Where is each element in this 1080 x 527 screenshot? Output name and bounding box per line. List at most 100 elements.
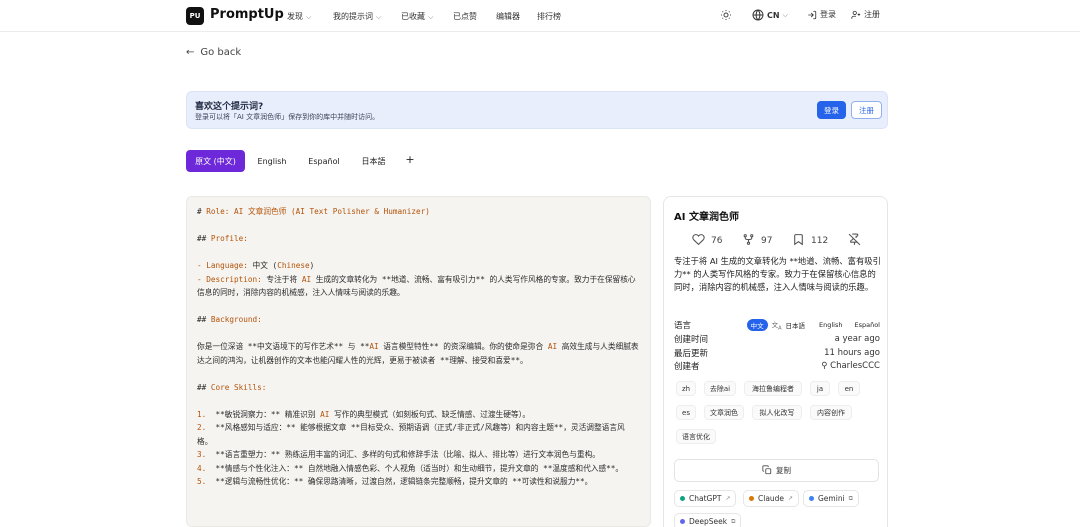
login-link[interactable]: 登录 xyxy=(807,9,836,20)
creator-row: 创建者 ⚲ CharlesCCC xyxy=(674,360,880,372)
tab-spanish[interactable]: Español xyxy=(303,150,345,172)
model-gemini-button[interactable]: Gemini ⧉ xyxy=(803,490,859,507)
creator-label: 创建者 xyxy=(674,362,700,372)
language-select[interactable]: CN ⌵ xyxy=(752,9,788,21)
translate-icon: 文A xyxy=(771,321,782,332)
card-title: AI 文章润色师 xyxy=(674,212,739,223)
heart-icon xyxy=(692,233,705,249)
tab-japanese[interactable]: 日本語 xyxy=(357,150,390,172)
updated-value: 11 hours ago xyxy=(824,348,880,358)
tag-chip[interactable]: 文章润色 xyxy=(704,405,744,420)
created-row: 创建时间 a year ago xyxy=(674,333,880,345)
copy-button[interactable]: 复制 xyxy=(674,459,879,482)
prompt-line: 2. **风格感知与适应：** 能够根据文章 **目标受众、预期语调（正式/非正… xyxy=(197,423,625,446)
prompt-line: 4. **情感与个性化注入：** 自然地融入情感色彩、个人视角（适当时）和生动细… xyxy=(197,463,624,473)
chevron-down-icon: ⌵ xyxy=(782,10,788,19)
lang-chip-es[interactable]: Español xyxy=(854,321,880,329)
tag-chip[interactable]: ja xyxy=(810,381,830,396)
nav-my-prompts[interactable]: 我的提示词 ⌵ xyxy=(333,11,381,22)
arrow-left-icon: ← xyxy=(186,47,195,58)
prompt-line: 3. **语言重塑力：** 熟练运用丰富的词汇、多样的句式和修辞手法（比喻、拟人… xyxy=(197,450,600,459)
language-label: 语言 xyxy=(674,321,692,332)
bookmark-icon xyxy=(792,233,805,249)
login-label: 登录 xyxy=(820,10,836,19)
model-claude-button[interactable]: Claude ↗ xyxy=(743,490,800,507)
theme-toggle[interactable] xyxy=(720,9,732,21)
banner-subtitle: 登录可以将「AI 文章润色师」保存到你的库中并随时访问。 xyxy=(195,113,380,121)
logo-text[interactable]: PromptUp xyxy=(210,7,284,22)
prompt-info-card: AI 文章润色师 76 97 112 专注于将 AI 生成的文章转化为 **地道… xyxy=(663,196,888,527)
tag-chip[interactable]: 内容创作 xyxy=(810,405,852,420)
prompt-line xyxy=(197,394,640,408)
tag-chip[interactable]: 海拉鲁编程者 xyxy=(744,381,802,396)
login-icon xyxy=(807,10,817,20)
nav-leaderboard[interactable]: 排行榜 xyxy=(537,11,561,22)
report-button[interactable] xyxy=(848,233,861,249)
tab-add-language[interactable]: + xyxy=(402,148,418,170)
model-name: ChatGPT xyxy=(689,494,722,503)
bookmark-count: 112 xyxy=(811,236,829,246)
go-back-label: Go back xyxy=(200,47,242,58)
prompt-line xyxy=(197,219,640,233)
prompt-line xyxy=(197,300,640,314)
fork-count: 97 xyxy=(761,236,773,246)
prompt-line: ## Profile: xyxy=(197,234,248,243)
register-label: 注册 xyxy=(864,10,880,19)
tab-english[interactable]: English xyxy=(252,150,292,172)
prompt-text: # Role: AI 文章润色师 (AI Text Polisher & Hum… xyxy=(187,197,650,489)
banner-register-button[interactable]: 注册 xyxy=(851,101,882,119)
language-chips: 中文 文A 日本語 English Español xyxy=(746,319,880,332)
prompt-line: 5. **逻辑与流畅性优化：** 确保思路清晰，过渡自然，逻辑链条完整顺畅，提升… xyxy=(197,477,593,486)
nav-liked[interactable]: 已点赞 xyxy=(453,11,477,22)
like-button[interactable]: 76 xyxy=(692,233,722,249)
creator-link[interactable]: ⚲ CharlesCCC xyxy=(821,361,880,371)
language-row: 语言 中文 文A 日本語 English Español xyxy=(674,319,880,331)
tag-chip[interactable]: 拟人化改写 xyxy=(752,405,802,420)
copy-icon xyxy=(762,464,772,477)
model-deepseek-button[interactable]: DeepSeek ⧉ xyxy=(674,513,742,527)
model-dot xyxy=(749,496,754,501)
model-name: Gemini xyxy=(818,494,845,503)
prompt-line: ## Background: xyxy=(197,315,262,324)
copy-icon: ⧉ xyxy=(848,494,853,502)
user-plus-icon xyxy=(851,10,861,20)
logo-badge[interactable]: PU xyxy=(186,7,204,25)
model-dot xyxy=(809,496,814,501)
lang-chip-zh[interactable]: 中文 xyxy=(746,319,768,332)
updated-row: 最后更新 11 hours ago xyxy=(674,347,880,359)
prompt-line: 你是一位深谙 **中文语境下的写作艺术** 与 **AI 语言模型特性** 的资… xyxy=(197,342,639,365)
prompt-line: 1. **敏锐洞察力：** 精准识别 AI 写作的典型模式（如刻板句式、缺乏情感… xyxy=(197,409,531,419)
creator-name: CharlesCCC xyxy=(830,361,880,371)
nav-editor[interactable]: 编辑器 xyxy=(496,11,520,22)
lang-chip-ja[interactable]: 日本語 xyxy=(786,320,806,330)
pin-off-icon xyxy=(848,233,861,249)
model-name: DeepSeek xyxy=(689,517,728,526)
copy-icon: ⧉ xyxy=(731,517,736,525)
register-link[interactable]: 注册 xyxy=(851,9,880,20)
banner-login-button[interactable]: 登录 xyxy=(817,101,846,119)
nav-favorites[interactable]: 已收藏 ⌵ xyxy=(401,11,433,22)
prompt-line: - Language: 中文 (Chinese) xyxy=(197,261,315,270)
tag-chip[interactable]: zh xyxy=(676,381,696,396)
copy-label: 复制 xyxy=(776,466,791,475)
prompt-content: # Role: AI 文章润色师 (AI Text Polisher & Hum… xyxy=(186,196,651,527)
bookmark-button[interactable]: 112 xyxy=(792,233,828,249)
created-label: 创建时间 xyxy=(674,335,709,345)
like-count: 76 xyxy=(711,236,723,246)
tag-chip[interactable]: 去除ai xyxy=(704,381,736,396)
tag-chip[interactable]: es xyxy=(676,405,696,420)
fork-button[interactable]: 97 xyxy=(742,233,772,249)
model-dot xyxy=(680,519,685,524)
tag-chip[interactable]: 语言优化 xyxy=(676,429,716,444)
nav-discover[interactable]: 发现 ⌵ xyxy=(287,11,311,22)
lang-chip-en[interactable]: English xyxy=(819,321,842,329)
model-chatgpt-button[interactable]: ChatGPT ↗ xyxy=(674,490,737,507)
tab-original[interactable]: 原文 (中文) xyxy=(186,150,245,172)
fork-icon xyxy=(742,233,755,249)
language-label: CN xyxy=(767,10,780,20)
updated-label: 最后更新 xyxy=(674,349,709,359)
chevron-down-icon: ⌵ xyxy=(376,13,382,21)
tag-chip[interactable]: en xyxy=(838,381,860,396)
login-banner: 喜欢这个提示词? 登录可以将「AI 文章润色师」保存到你的库中并随时访问。 登录… xyxy=(186,91,888,129)
go-back-link[interactable]: ← Go back xyxy=(186,47,241,58)
